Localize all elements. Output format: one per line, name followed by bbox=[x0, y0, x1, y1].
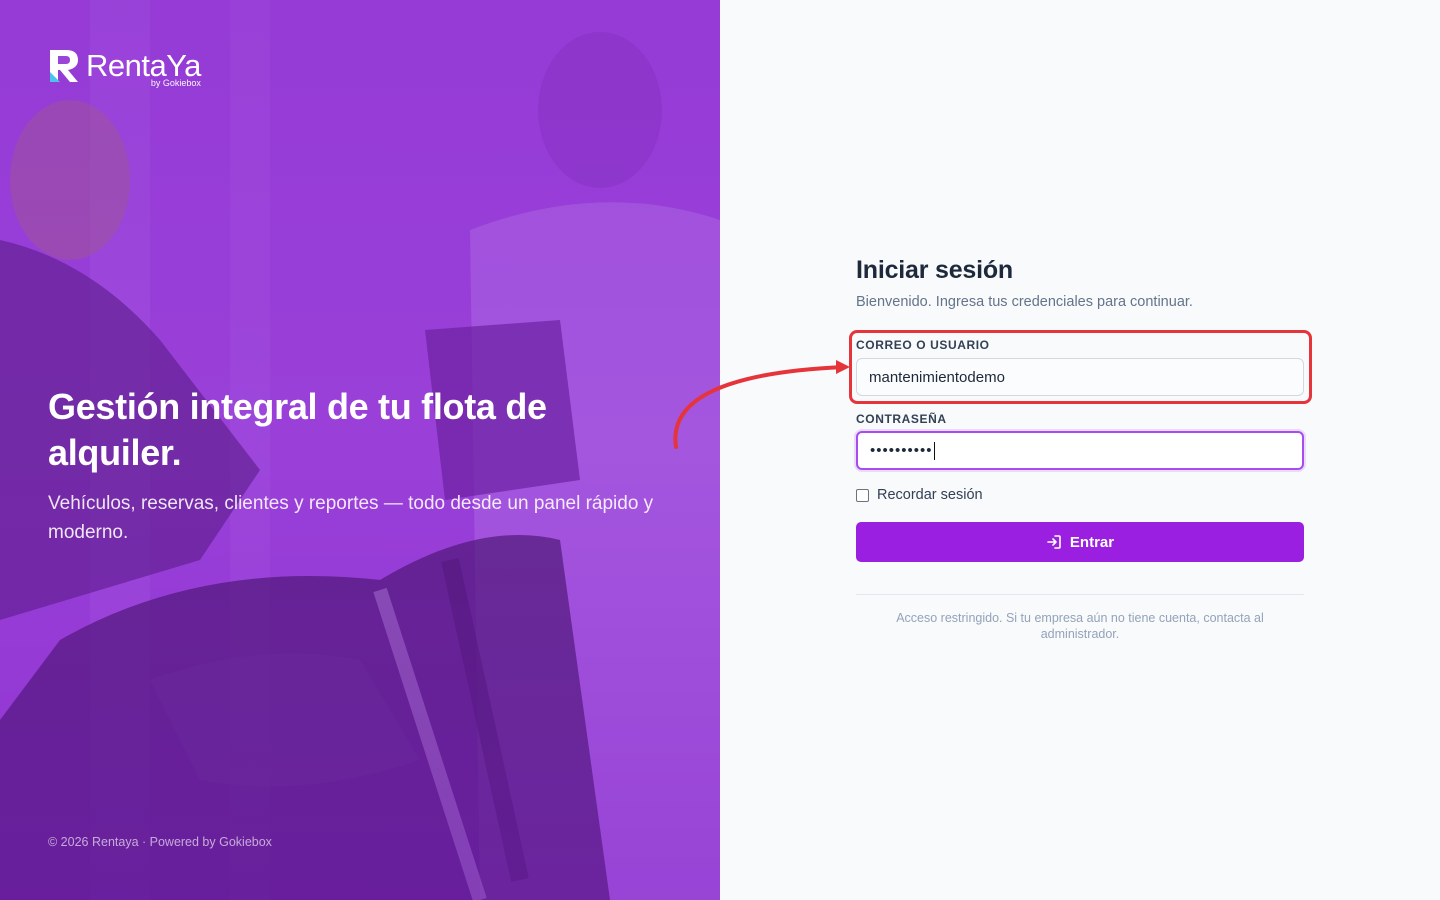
submit-label: Entrar bbox=[1069, 533, 1115, 551]
remember-checkbox[interactable] bbox=[856, 488, 869, 502]
hero-title: Gestión integral de tu flota de alquiler… bbox=[48, 386, 547, 473]
password-input[interactable]: •••••••••• bbox=[856, 431, 1304, 470]
brand-logo[interactable]: RentaYa by Gokiebox bbox=[48, 48, 201, 88]
text-caret bbox=[933, 441, 935, 460]
password-field-label: CONTRASEÑA bbox=[856, 412, 947, 426]
password-input-value: •••••••••• bbox=[870, 442, 933, 459]
rentaya-logo-icon bbox=[50, 50, 78, 82]
hero-footer: © 2026 Rentaya · Powered by Gokiebox bbox=[48, 835, 272, 849]
login-title: Iniciar sesión bbox=[856, 256, 1013, 284]
login-icon bbox=[1047, 535, 1061, 549]
access-note: Acceso restringido. Si tu empresa aún no… bbox=[896, 611, 1264, 641]
hero-subtitle: Vehículos, reservas, clientes y reportes… bbox=[48, 493, 654, 543]
user-input-value: mantenimientodemo bbox=[869, 368, 1005, 386]
remember-session[interactable]: Recordar sesión bbox=[856, 487, 983, 503]
user-field-label: CORREO O USUARIO bbox=[856, 338, 990, 352]
brand-byline: by Gokiebox bbox=[150, 78, 201, 88]
login-subtitle: Bienvenido. Ingresa tus credenciales par… bbox=[856, 294, 1193, 310]
remember-label: Recordar sesión bbox=[877, 487, 983, 503]
user-input[interactable]: mantenimientodemo bbox=[856, 358, 1304, 396]
hero-panel: RentaYa by Gokiebox Gestión integral de … bbox=[0, 0, 720, 900]
submit-button[interactable]: Entrar bbox=[856, 522, 1304, 562]
annotation-arrow bbox=[673, 360, 850, 449]
divider bbox=[856, 594, 1304, 595]
login-form: Iniciar sesión Bienvenido. Ingresa tus c… bbox=[856, 0, 1304, 900]
